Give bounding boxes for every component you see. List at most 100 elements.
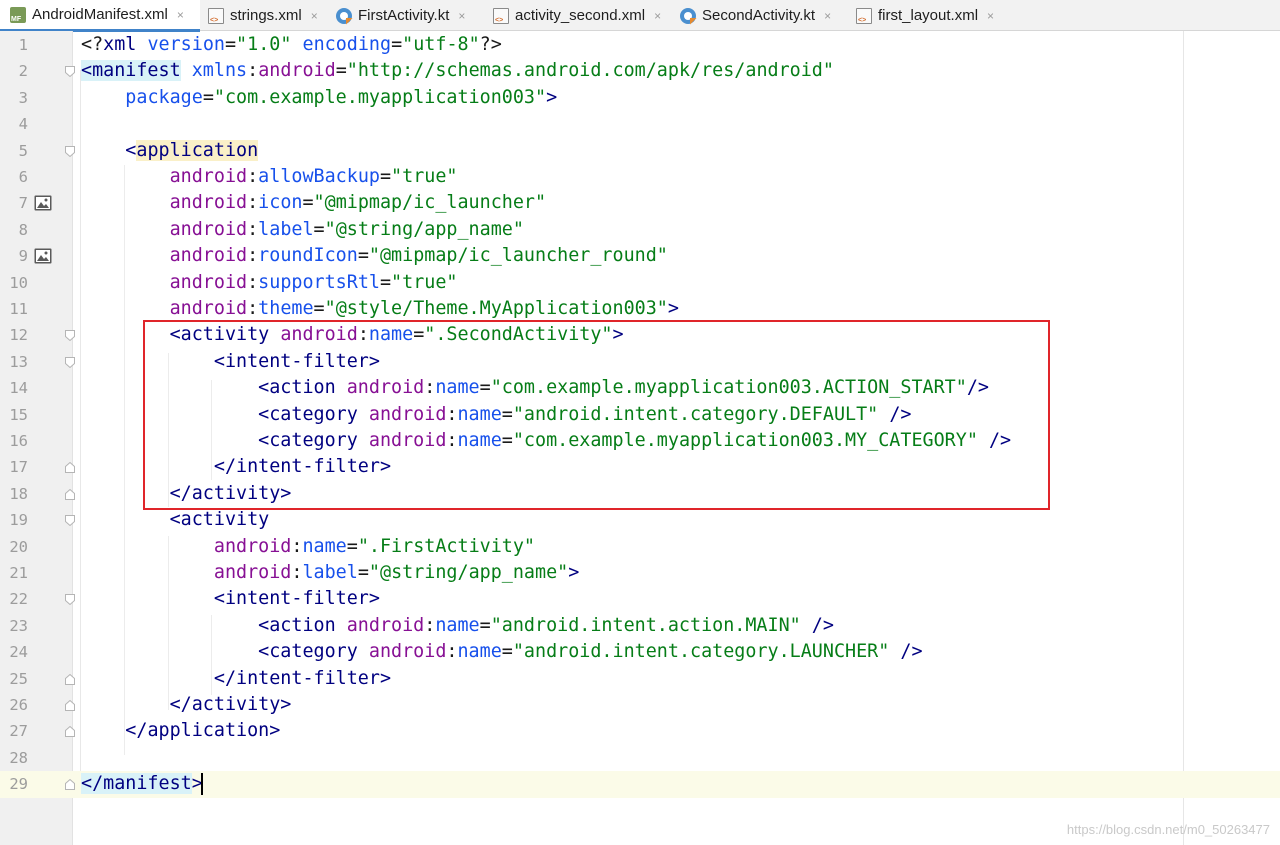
fold-end-icon[interactable] — [65, 726, 75, 738]
line-number: 11 — [9, 300, 28, 318]
code-line[interactable]: 6 android:allowBackup="true" — [0, 164, 1280, 190]
token-pi: ?> — [479, 34, 502, 55]
token-punct — [81, 140, 125, 161]
token-attr: package — [125, 86, 203, 108]
line-number: 18 — [9, 484, 28, 503]
code-line[interactable]: 3 package="com.example.myapplication003"… — [0, 85, 1280, 111]
token-ns: android — [169, 192, 248, 214]
watermark: https://blog.csdn.net/m0_50263477 — [1066, 822, 1270, 837]
token-ns: android — [346, 614, 425, 636]
token-punct — [81, 720, 125, 741]
token-tag: /> — [889, 641, 923, 663]
code-line[interactable]: 23 <action android:name="android.intent.… — [0, 613, 1280, 639]
image-resource-icon[interactable] — [34, 195, 52, 211]
token-val: "com.example.myapplication003" — [213, 86, 547, 108]
code-line[interactable]: 2 <manifest xmlns:android="http://schemas… — [0, 58, 1280, 84]
token-pi: <? — [81, 34, 104, 55]
code-line[interactable]: 22 <intent-filter> — [0, 586, 1280, 612]
line-number: 20 — [9, 537, 28, 556]
token-punct: = — [379, 166, 392, 187]
token-val: "@string/app_name" — [324, 218, 524, 240]
code-line[interactable]: 27 </application> — [0, 718, 1280, 744]
xml-file-icon — [493, 7, 509, 24]
token-punct: : — [424, 614, 436, 636]
token-punct: : — [247, 298, 259, 319]
token-punct — [81, 219, 170, 240]
code-line[interactable]: 25 </intent-filter> — [0, 666, 1280, 692]
line-number: 24 — [9, 643, 28, 662]
fold-collapse-icon[interactable] — [65, 145, 75, 157]
code-line[interactable]: 1 <?xml version="1.0" encoding="utf-8"?> — [0, 32, 1280, 58]
indent-guide — [211, 615, 212, 695]
token-punct: = — [202, 86, 214, 108]
close-icon[interactable]: × — [824, 9, 831, 23]
fold-collapse-icon[interactable] — [65, 356, 75, 368]
code-text: android:label="@string/app_name" — [81, 217, 524, 243]
fold-collapse-icon[interactable] — [65, 515, 75, 527]
tab-androidmanifest-xml[interactable]: AndroidManifest.xml × — [0, 0, 200, 32]
token-punct — [81, 562, 214, 583]
code-line[interactable]: 8 android:label="@string/app_name" — [0, 217, 1280, 243]
close-icon[interactable]: × — [177, 8, 184, 22]
close-icon[interactable]: × — [311, 9, 318, 23]
line-number: 9 — [18, 247, 28, 266]
token-tag: < — [125, 139, 137, 161]
tab-first-layout-xml[interactable]: first_layout.xml × — [856, 0, 1006, 31]
fold-end-icon[interactable] — [65, 488, 75, 500]
code-line[interactable]: 20 android:name=".FirstActivity" — [0, 534, 1280, 560]
tab-firstactivity-kt[interactable]: FirstActivity.kt × — [336, 0, 486, 31]
token-punct: = — [335, 60, 347, 82]
code-text: android:label="@string/app_name"> — [81, 560, 579, 586]
code-text: android:theme="@style/Theme.MyApplicatio… — [81, 296, 679, 322]
close-icon[interactable]: × — [987, 9, 994, 23]
close-icon[interactable]: × — [654, 9, 661, 23]
code-line[interactable]: 24 <category android:name="android.inten… — [0, 639, 1280, 665]
token-punct: = — [501, 641, 513, 663]
token-punct — [81, 694, 170, 715]
token-ns: android — [169, 298, 248, 319]
line-number: 13 — [9, 352, 28, 371]
code-text: <activity — [81, 507, 270, 533]
close-icon[interactable]: × — [458, 9, 465, 23]
token-val: "true" — [391, 166, 458, 187]
text-caret — [201, 773, 203, 795]
code-text: <intent-filter> — [81, 586, 380, 612]
code-line[interactable]: 29 </manifest> — [0, 771, 1280, 798]
code-line[interactable]: 9 android:roundIcon="@mipmap/ic_launcher… — [0, 243, 1280, 269]
line-number: 17 — [9, 458, 28, 477]
token-punct — [81, 245, 170, 266]
token-punct: : — [247, 245, 259, 267]
fold-collapse-icon[interactable] — [65, 330, 75, 342]
token-attr: allowBackup — [258, 166, 380, 187]
code-line[interactable]: 7 android:icon="@mipmap/ic_launcher" — [0, 190, 1280, 216]
code-line[interactable]: 28 — [0, 745, 1280, 771]
code-line[interactable]: 5 <application — [0, 138, 1280, 164]
fold-end-icon[interactable] — [65, 462, 75, 474]
line-number: 5 — [18, 141, 28, 160]
code-line[interactable]: 21 android:label="@string/app_name"> — [0, 560, 1280, 586]
code-line[interactable]: 26 </activity> — [0, 692, 1280, 718]
code-line[interactable]: 4 — [0, 111, 1280, 137]
token-punct — [81, 272, 170, 293]
line-number: 1 — [18, 36, 28, 54]
token-tag: > — [568, 562, 580, 583]
code-line[interactable]: 11 android:theme="@style/Theme.MyApplica… — [0, 296, 1280, 322]
image-resource-icon[interactable] — [34, 248, 52, 264]
tab-activity-second-xml[interactable]: activity_second.xml × — [493, 0, 674, 31]
code-line[interactable]: 19 <activity — [0, 507, 1280, 533]
tab-strings-xml[interactable]: strings.xml × — [208, 0, 330, 31]
fold-end-icon[interactable] — [65, 673, 75, 685]
line-number: 27 — [9, 722, 28, 741]
fold-collapse-icon[interactable] — [65, 594, 75, 606]
manifest-file-icon — [10, 6, 26, 23]
token-punct — [81, 668, 214, 689]
tab-label: first_layout.xml — [878, 7, 979, 24]
token-ns: android — [169, 218, 248, 240]
fold-end-icon[interactable] — [65, 779, 75, 791]
code-line[interactable]: 10 android:supportsRtl="true" — [0, 270, 1280, 296]
tab-secondactivity-kt[interactable]: SecondActivity.kt × — [680, 0, 850, 31]
token-val: "@string/app_name" — [368, 562, 569, 583]
token-val: "android.intent.category.LAUNCHER" — [512, 641, 890, 663]
fold-collapse-icon[interactable] — [65, 66, 75, 78]
fold-end-icon[interactable] — [65, 700, 75, 711]
